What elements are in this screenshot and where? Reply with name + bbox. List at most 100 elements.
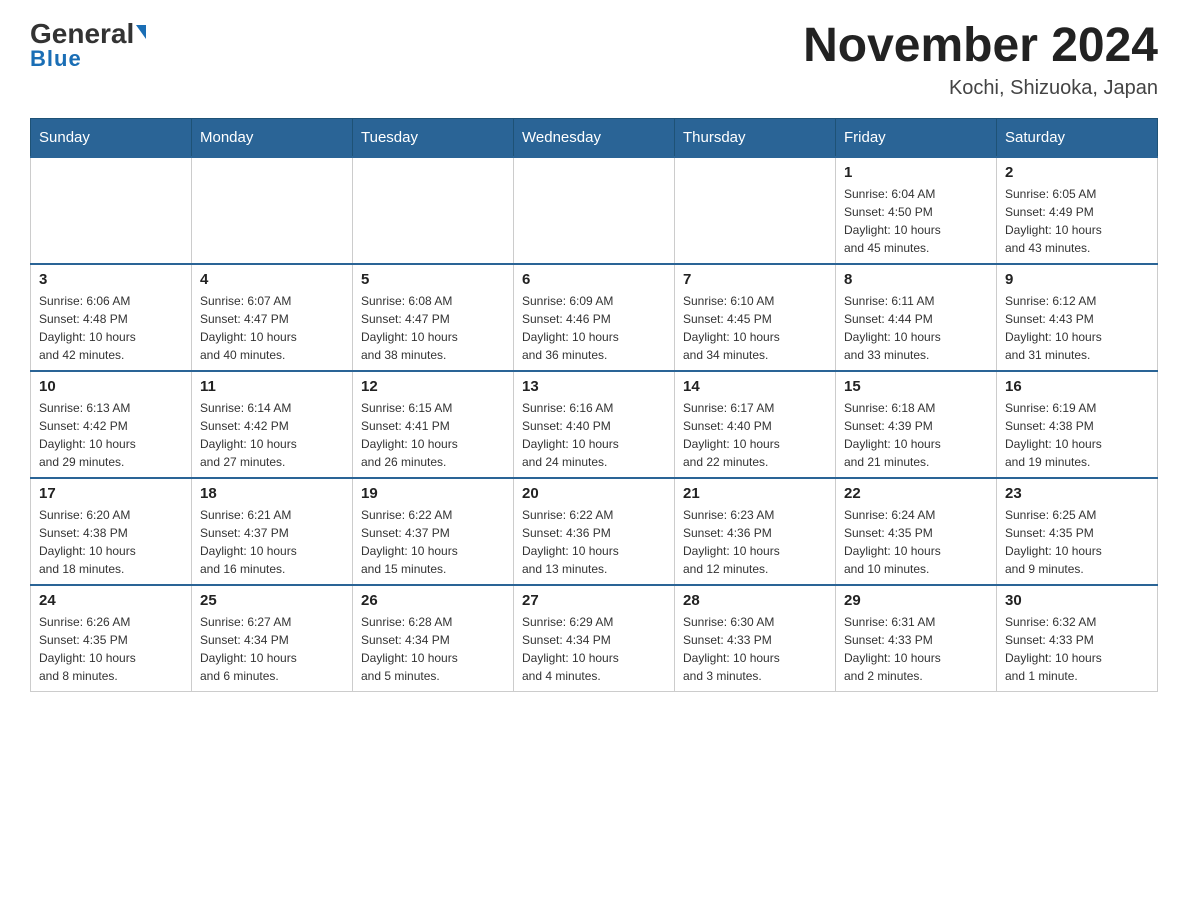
calendar-cell: 23 Sunrise: 6:25 AM Sunset: 4:35 PM Dayli…	[997, 478, 1158, 585]
column-header-friday: Friday	[836, 118, 997, 157]
day-info: Sunrise: 6:21 AM Sunset: 4:37 PM Dayligh…	[200, 506, 344, 578]
calendar-cell: 18 Sunrise: 6:21 AM Sunset: 4:37 PM Dayli…	[192, 478, 353, 585]
day-number: 8	[844, 271, 988, 288]
day-info: Sunrise: 6:26 AM Sunset: 4:35 PM Dayligh…	[39, 613, 183, 685]
calendar-week-4: 17 Sunrise: 6:20 AM Sunset: 4:38 PM Dayli…	[31, 478, 1158, 585]
column-header-saturday: Saturday	[997, 118, 1158, 157]
location-title: Kochi, Shizuoka, Japan	[803, 77, 1158, 100]
month-title: November 2024	[803, 20, 1158, 73]
day-number: 7	[683, 271, 827, 288]
day-info: Sunrise: 6:04 AM Sunset: 4:50 PM Dayligh…	[844, 185, 988, 257]
calendar-cell: 14 Sunrise: 6:17 AM Sunset: 4:40 PM Dayli…	[675, 371, 836, 478]
day-info: Sunrise: 6:06 AM Sunset: 4:48 PM Dayligh…	[39, 292, 183, 364]
day-number: 17	[39, 485, 183, 502]
calendar-cell: 12 Sunrise: 6:15 AM Sunset: 4:41 PM Dayli…	[353, 371, 514, 478]
day-info: Sunrise: 6:27 AM Sunset: 4:34 PM Dayligh…	[200, 613, 344, 685]
day-number: 3	[39, 271, 183, 288]
calendar-cell: 11 Sunrise: 6:14 AM Sunset: 4:42 PM Dayli…	[192, 371, 353, 478]
calendar-cell: 13 Sunrise: 6:16 AM Sunset: 4:40 PM Dayli…	[514, 371, 675, 478]
day-info: Sunrise: 6:31 AM Sunset: 4:33 PM Dayligh…	[844, 613, 988, 685]
calendar-cell: 22Sunrise: 6:24 AM Sunset: 4:35 PM Dayli…	[836, 478, 997, 585]
day-info: Sunrise: 6:07 AM Sunset: 4:47 PM Dayligh…	[200, 292, 344, 364]
calendar-cell: 27 Sunrise: 6:29 AM Sunset: 4:34 PM Dayli…	[514, 585, 675, 692]
logo-area: General Blue	[30, 20, 146, 72]
day-info: Sunrise: 6:22 AM Sunset: 4:37 PM Dayligh…	[361, 506, 505, 578]
day-info: Sunrise: 6:23 AM Sunset: 4:36 PM Dayligh…	[683, 506, 827, 578]
calendar-cell	[675, 157, 836, 264]
calendar-cell: 19 Sunrise: 6:22 AM Sunset: 4:37 PM Dayli…	[353, 478, 514, 585]
day-info: Sunrise: 6:05 AM Sunset: 4:49 PM Dayligh…	[1005, 185, 1149, 257]
day-number: 2	[1005, 164, 1149, 181]
calendar-cell: 20 Sunrise: 6:22 AM Sunset: 4:36 PM Dayli…	[514, 478, 675, 585]
calendar-cell: 9Sunrise: 6:12 AM Sunset: 4:43 PM Daylig…	[997, 264, 1158, 371]
day-number: 11	[200, 378, 344, 395]
logo-blue: Blue	[30, 46, 82, 72]
logo-general: General	[30, 20, 146, 48]
column-header-sunday: Sunday	[31, 118, 192, 157]
calendar-header-row: SundayMondayTuesdayWednesdayThursdayFrid…	[31, 118, 1158, 157]
day-info: Sunrise: 6:18 AM Sunset: 4:39 PM Dayligh…	[844, 399, 988, 471]
calendar-cell: 10Sunrise: 6:13 AM Sunset: 4:42 PM Dayli…	[31, 371, 192, 478]
calendar-cell: 21 Sunrise: 6:23 AM Sunset: 4:36 PM Dayli…	[675, 478, 836, 585]
day-number: 4	[200, 271, 344, 288]
day-number: 20	[522, 485, 666, 502]
day-number: 21	[683, 485, 827, 502]
calendar-cell: 26Sunrise: 6:28 AM Sunset: 4:34 PM Dayli…	[353, 585, 514, 692]
column-header-monday: Monday	[192, 118, 353, 157]
header: General Blue November 2024 Kochi, Shizuo…	[30, 20, 1158, 100]
calendar: SundayMondayTuesdayWednesdayThursdayFrid…	[30, 118, 1158, 692]
title-area: November 2024 Kochi, Shizuoka, Japan	[803, 20, 1158, 100]
calendar-week-3: 10Sunrise: 6:13 AM Sunset: 4:42 PM Dayli…	[31, 371, 1158, 478]
day-number: 25	[200, 592, 344, 609]
calendar-week-2: 3 Sunrise: 6:06 AM Sunset: 4:48 PM Daylig…	[31, 264, 1158, 371]
day-info: Sunrise: 6:15 AM Sunset: 4:41 PM Dayligh…	[361, 399, 505, 471]
calendar-week-1: 1 Sunrise: 6:04 AM Sunset: 4:50 PM Daylig…	[31, 157, 1158, 264]
calendar-cell: 3 Sunrise: 6:06 AM Sunset: 4:48 PM Daylig…	[31, 264, 192, 371]
day-info: Sunrise: 6:25 AM Sunset: 4:35 PM Dayligh…	[1005, 506, 1149, 578]
calendar-cell: 28 Sunrise: 6:30 AM Sunset: 4:33 PM Dayli…	[675, 585, 836, 692]
day-number: 29	[844, 592, 988, 609]
day-info: Sunrise: 6:10 AM Sunset: 4:45 PM Dayligh…	[683, 292, 827, 364]
day-number: 18	[200, 485, 344, 502]
day-number: 5	[361, 271, 505, 288]
day-info: Sunrise: 6:17 AM Sunset: 4:40 PM Dayligh…	[683, 399, 827, 471]
day-number: 27	[522, 592, 666, 609]
column-header-wednesday: Wednesday	[514, 118, 675, 157]
day-number: 12	[361, 378, 505, 395]
calendar-cell	[514, 157, 675, 264]
day-number: 1	[844, 164, 988, 181]
calendar-week-5: 24Sunrise: 6:26 AM Sunset: 4:35 PM Dayli…	[31, 585, 1158, 692]
calendar-cell: 30Sunrise: 6:32 AM Sunset: 4:33 PM Dayli…	[997, 585, 1158, 692]
calendar-cell: 4 Sunrise: 6:07 AM Sunset: 4:47 PM Daylig…	[192, 264, 353, 371]
day-number: 28	[683, 592, 827, 609]
calendar-cell: 29 Sunrise: 6:31 AM Sunset: 4:33 PM Dayli…	[836, 585, 997, 692]
day-info: Sunrise: 6:11 AM Sunset: 4:44 PM Dayligh…	[844, 292, 988, 364]
column-header-tuesday: Tuesday	[353, 118, 514, 157]
calendar-cell: 6Sunrise: 6:09 AM Sunset: 4:46 PM Daylig…	[514, 264, 675, 371]
day-number: 14	[683, 378, 827, 395]
day-info: Sunrise: 6:09 AM Sunset: 4:46 PM Dayligh…	[522, 292, 666, 364]
calendar-cell: 5 Sunrise: 6:08 AM Sunset: 4:47 PM Daylig…	[353, 264, 514, 371]
day-number: 13	[522, 378, 666, 395]
calendar-cell: 15Sunrise: 6:18 AM Sunset: 4:39 PM Dayli…	[836, 371, 997, 478]
calendar-cell: 24Sunrise: 6:26 AM Sunset: 4:35 PM Dayli…	[31, 585, 192, 692]
day-info: Sunrise: 6:30 AM Sunset: 4:33 PM Dayligh…	[683, 613, 827, 685]
day-info: Sunrise: 6:13 AM Sunset: 4:42 PM Dayligh…	[39, 399, 183, 471]
day-info: Sunrise: 6:14 AM Sunset: 4:42 PM Dayligh…	[200, 399, 344, 471]
day-info: Sunrise: 6:08 AM Sunset: 4:47 PM Dayligh…	[361, 292, 505, 364]
day-info: Sunrise: 6:16 AM Sunset: 4:40 PM Dayligh…	[522, 399, 666, 471]
calendar-cell	[353, 157, 514, 264]
day-info: Sunrise: 6:20 AM Sunset: 4:38 PM Dayligh…	[39, 506, 183, 578]
calendar-cell: 2 Sunrise: 6:05 AM Sunset: 4:49 PM Daylig…	[997, 157, 1158, 264]
day-number: 26	[361, 592, 505, 609]
day-number: 19	[361, 485, 505, 502]
day-info: Sunrise: 6:19 AM Sunset: 4:38 PM Dayligh…	[1005, 399, 1149, 471]
day-number: 22	[844, 485, 988, 502]
day-info: Sunrise: 6:22 AM Sunset: 4:36 PM Dayligh…	[522, 506, 666, 578]
day-info: Sunrise: 6:29 AM Sunset: 4:34 PM Dayligh…	[522, 613, 666, 685]
calendar-cell	[192, 157, 353, 264]
calendar-cell: 7 Sunrise: 6:10 AM Sunset: 4:45 PM Daylig…	[675, 264, 836, 371]
day-number: 23	[1005, 485, 1149, 502]
calendar-cell: 25 Sunrise: 6:27 AM Sunset: 4:34 PM Dayli…	[192, 585, 353, 692]
calendar-cell: 17 Sunrise: 6:20 AM Sunset: 4:38 PM Dayli…	[31, 478, 192, 585]
